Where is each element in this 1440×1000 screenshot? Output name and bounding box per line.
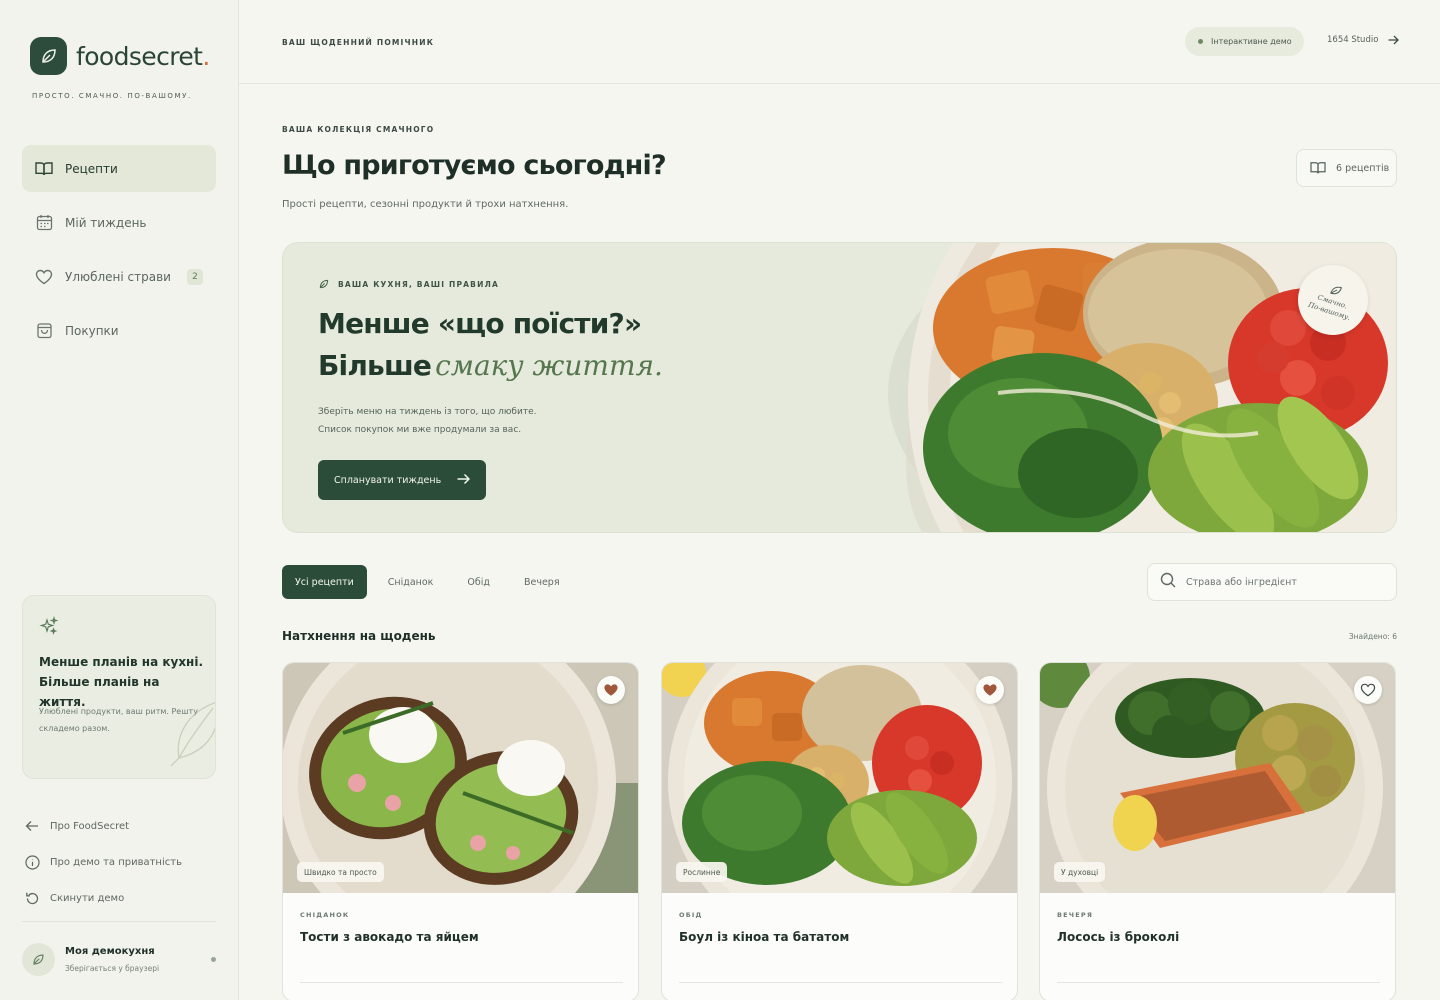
heart-outline-icon [1360, 683, 1376, 697]
favorite-button[interactable] [976, 676, 1004, 704]
card-divider [1057, 982, 1380, 983]
leaf-logo-icon [30, 37, 67, 75]
recipe-name: Лосось із броколі [1057, 930, 1180, 944]
recipe-tag: Швидко та просто [297, 862, 384, 882]
sidebar-item-label: Рецепти [65, 161, 118, 176]
sidebar-item-label: Мій тиждень [65, 215, 147, 230]
sidebar-promo-card: Менше планів на кухні. Більше планів на … [22, 595, 216, 779]
recipe-tag: Рослинне [676, 862, 728, 882]
heart-filled-icon [983, 684, 997, 696]
brand-name: foodsecret. [76, 41, 210, 71]
recipe-search [1147, 563, 1397, 601]
leaf-decor-icon [167, 696, 215, 772]
section-title: Натхнення на щодень [282, 629, 436, 643]
sidebar-divider [22, 921, 216, 922]
recipe-tag: У духовці [1054, 862, 1106, 882]
reset-demo-link[interactable]: Скинути демо [24, 880, 182, 916]
arrow-left-icon [24, 818, 40, 834]
user-profile[interactable]: Моя демокухня Зберігається у браузері [22, 942, 216, 976]
leaf-icon [318, 278, 330, 290]
hero-description-line1: Зберіть меню на тиждень із того, що люби… [318, 407, 537, 417]
card-divider [679, 982, 1002, 983]
recipe-name: Боул із кіноа та бататом [679, 930, 850, 944]
tab-all-recipes[interactable]: Усі рецепти [282, 565, 367, 599]
privacy-info-label: Про демо та приватність [50, 856, 182, 868]
plan-week-label: Спланувати тиждень [334, 474, 442, 486]
book-icon [1310, 161, 1326, 175]
recipe-meal-type: ОБІД [679, 911, 703, 919]
shopping-bag-icon [35, 322, 53, 340]
recipe-name: Тости з авокадо та яйцем [300, 930, 479, 944]
sidebar-nav: Рецепти Мій тиждень Улюблені страви 2 По… [22, 145, 216, 361]
studio-link[interactable]: 1654 Studio [1327, 35, 1400, 45]
heart-icon [35, 268, 53, 286]
search-input[interactable] [1186, 576, 1376, 588]
calendar-icon [35, 214, 53, 232]
tab-breakfast[interactable]: Сніданок [375, 565, 447, 599]
brand-tagline: ПРОСТО. СМАЧНО. ПО-ВАШОМУ. [32, 92, 192, 100]
top-bar: ВАШ ЩОДЕННИЙ ПОМІЧНИК Інтерактивне демо … [239, 0, 1440, 84]
heart-filled-icon [604, 684, 618, 696]
sidebar-footer-links: Про FoodSecret Про демо та приватність С… [24, 808, 182, 916]
sidebar-item-label: Улюблені страви [65, 269, 171, 284]
recipe-card[interactable]: У духовці ВЕЧЕРЯ Лосось із броколі [1039, 662, 1396, 1000]
about-foodsecret-label: Про FoodSecret [50, 820, 130, 832]
avatar [22, 942, 55, 976]
sidebar-item-recipes[interactable]: Рецепти [22, 145, 216, 192]
collection-eyebrow: ВАША КОЛЕКЦІЯ СМАЧНОГО [282, 125, 435, 134]
recipe-meal-type: ВЕЧЕРЯ [1057, 911, 1094, 919]
search-icon [1160, 572, 1176, 592]
found-count: Знайдено: 6 [1348, 632, 1397, 641]
brand-logo[interactable]: foodsecret. [30, 37, 210, 75]
sparkle-icon [39, 616, 59, 640]
favorites-count-badge: 2 [187, 269, 203, 285]
about-foodsecret-link[interactable]: Про FoodSecret [24, 808, 182, 844]
top-bar-eyebrow: ВАШ ЩОДЕННИЙ ПОМІЧНИК [282, 38, 435, 47]
recipe-image [283, 663, 638, 893]
interactive-demo-badge: Інтерактивне демо [1185, 27, 1304, 56]
page-subtitle: Прості рецепти, сезонні продукти й трохи… [282, 199, 569, 210]
studio-label: 1654 Studio [1327, 35, 1379, 45]
favorite-button[interactable] [597, 676, 625, 704]
recipes-count-button[interactable]: 6 рецептів [1296, 149, 1397, 187]
plan-week-button[interactable]: Спланувати тиждень [318, 460, 486, 500]
sidebar-item-my-week[interactable]: Мій тиждень [22, 199, 216, 246]
recipe-meal-type: СНІДАНОК [300, 911, 350, 919]
reset-demo-label: Скинути демо [50, 892, 125, 904]
tab-dinner[interactable]: Вечеря [511, 565, 573, 599]
recipe-card[interactable]: Швидко та просто СНІДАНОК Тости з авокад… [282, 662, 639, 1000]
hero-description-line2: Список покупок ми вже продумали за вас. [318, 425, 522, 435]
favorite-button[interactable] [1354, 676, 1382, 704]
hero-eyebrow: ВАША КУХНЯ, ВАШІ ПРАВИЛА [318, 278, 499, 290]
sidebar: foodsecret. ПРОСТО. СМАЧНО. ПО-ВАШОМУ. Р… [0, 0, 239, 1000]
hero-headline-line1: Менше «що поїсти?» [318, 307, 642, 340]
privacy-info-link[interactable]: Про демо та приватність [24, 844, 182, 880]
info-icon [24, 854, 40, 870]
recipe-image [1040, 663, 1395, 893]
hero-banner: ВАША КУХНЯ, ВАШІ ПРАВИЛА Менше «що поїст… [282, 242, 1397, 533]
recipe-card[interactable]: Рослинне ОБІД Боул із кіноа та бататом [661, 662, 1018, 1000]
card-divider [300, 982, 623, 983]
meal-filter-tabs: Усі рецепти Сніданок Обід Вечеря [282, 565, 581, 599]
recipes-count-label: 6 рецептів [1336, 162, 1390, 174]
tab-lunch[interactable]: Обід [454, 565, 503, 599]
page-title: Що приготуємо сьогодні? [282, 150, 667, 181]
hero-headline-accent: смаку життя. [435, 349, 663, 382]
sidebar-item-label: Покупки [65, 323, 119, 338]
sidebar-item-shopping[interactable]: Покупки [22, 307, 216, 354]
recipe-image [662, 663, 1017, 893]
arrow-right-icon [1388, 35, 1400, 45]
status-dot [211, 957, 216, 962]
hero-headline-line2: Більше смаку життя. [318, 349, 663, 382]
book-icon [35, 160, 53, 178]
sidebar-item-favorites[interactable]: Улюблені страви 2 [22, 253, 216, 300]
user-name: Моя демокухня [65, 946, 155, 957]
user-storage-note: Зберігається у браузері [65, 964, 160, 973]
arrow-right-icon [457, 473, 470, 485]
reset-icon [24, 890, 40, 906]
